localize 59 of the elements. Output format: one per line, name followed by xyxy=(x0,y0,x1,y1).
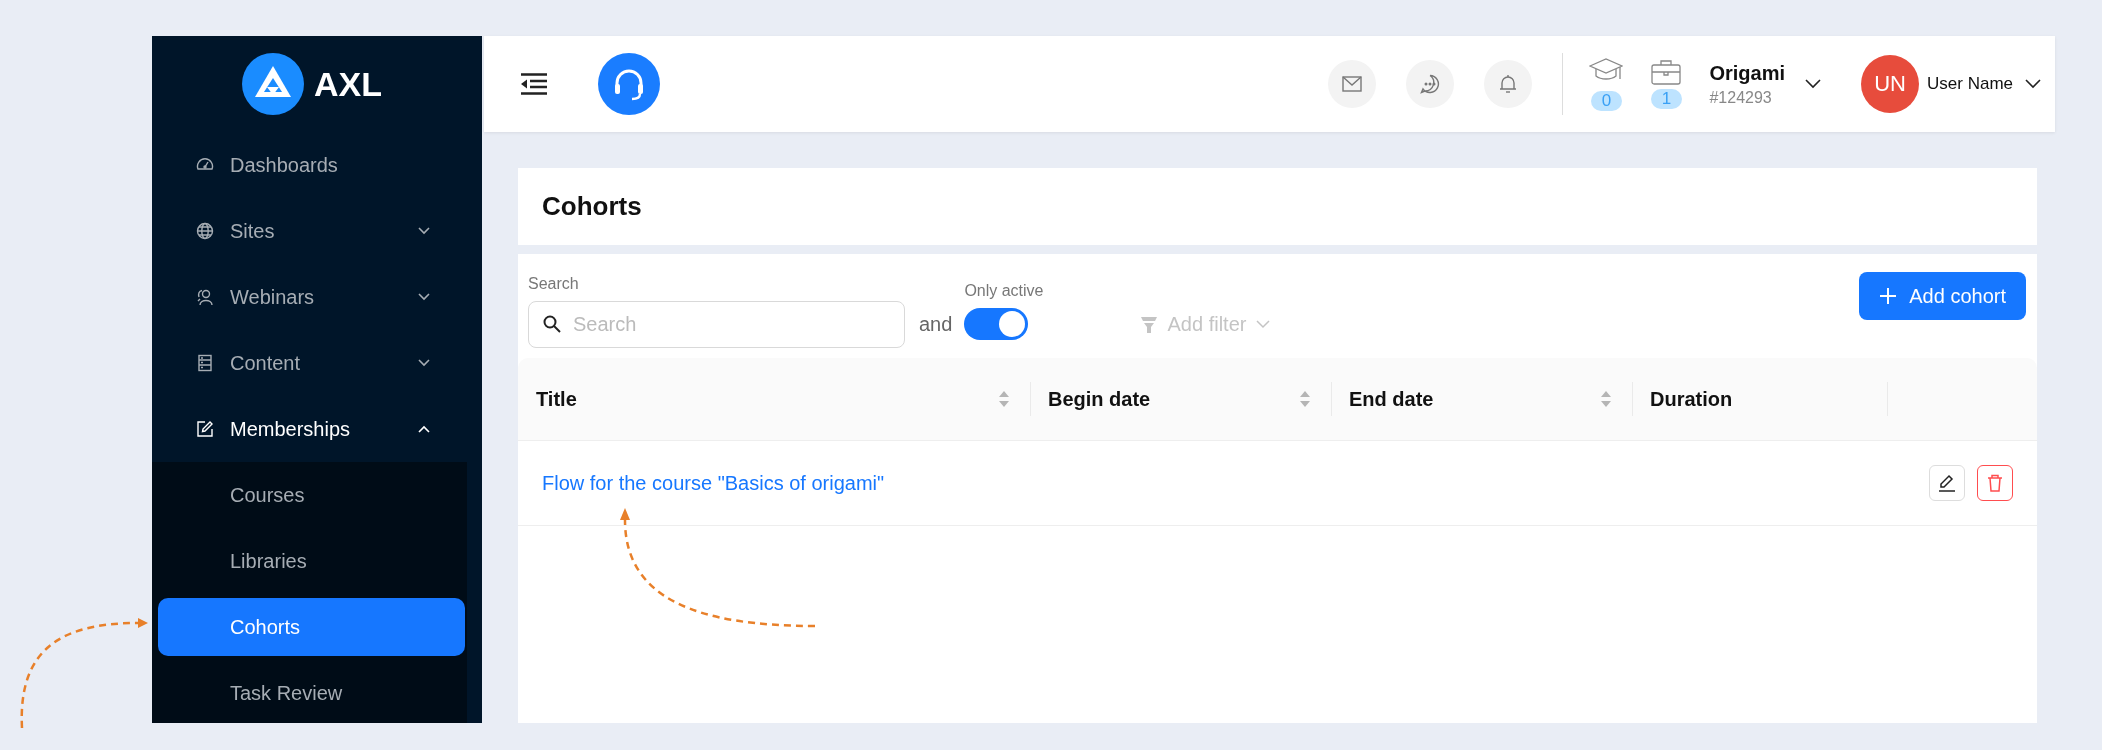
user-menu[interactable]: UN User Name xyxy=(1861,55,2041,113)
funnel-icon xyxy=(1139,315,1158,334)
sort-icon xyxy=(1600,390,1612,408)
logo-icon xyxy=(242,53,304,115)
count-badge: 0 xyxy=(1590,91,1623,111)
search-icon xyxy=(543,315,561,333)
search-label: Search xyxy=(528,275,580,293)
submenu-item[interactable]: Courses xyxy=(158,466,465,524)
submenu-item[interactable]: Cohorts xyxy=(158,598,465,656)
joiner-text: and xyxy=(919,313,953,336)
pencil-icon xyxy=(1938,474,1956,492)
menu-icon xyxy=(196,420,214,438)
envelope-icon xyxy=(1342,76,1363,92)
briefcase-icon[interactable] xyxy=(1651,59,1682,85)
cohort-link[interactable]: Flow for the course "Basics of origami" xyxy=(542,471,885,495)
delete-button[interactable] xyxy=(1977,465,2013,501)
sort-icon xyxy=(1299,390,1311,408)
menu-item[interactable]: Content xyxy=(152,330,482,396)
search-field[interactable]: Search xyxy=(528,301,905,348)
menu-item[interactable]: Webinars xyxy=(152,264,482,330)
account-switcher[interactable]: Origami #124293 xyxy=(1709,61,1822,107)
user-name: User Name xyxy=(1927,74,2013,94)
edit-button[interactable] xyxy=(1929,465,1965,501)
add-cohort-button[interactable]: Add cohort xyxy=(1859,272,2026,320)
mail-button[interactable] xyxy=(1328,60,1377,108)
chevron-down-icon xyxy=(1256,320,1271,329)
menu-item[interactable]: Dashboards xyxy=(152,132,482,198)
logo-text: AXL xyxy=(314,64,382,104)
chevron-icon xyxy=(418,425,430,433)
page-title: Cohorts xyxy=(542,191,642,222)
bell-icon xyxy=(1499,74,1518,94)
menu-icon xyxy=(196,354,214,372)
avatar: UN xyxy=(1861,55,1920,113)
column-header[interactable]: Duration xyxy=(1632,358,1887,440)
column-header[interactable]: Begin date xyxy=(1030,358,1331,440)
chevron-down-icon xyxy=(1805,79,1822,89)
menu-icon xyxy=(196,288,214,306)
trash-icon xyxy=(1987,474,2003,492)
headset-icon[interactable] xyxy=(598,53,660,115)
menu-collapse-icon[interactable] xyxy=(520,73,548,95)
sort-icon xyxy=(998,390,1010,408)
account-id: #124293 xyxy=(1709,88,1773,107)
toggle-switch[interactable] xyxy=(964,308,1029,340)
chevron-icon xyxy=(418,227,430,235)
chevron-icon xyxy=(418,293,430,301)
notifications-button[interactable] xyxy=(1484,60,1533,108)
plus-icon xyxy=(1879,287,1898,305)
submenu-item[interactable]: Task Review xyxy=(158,664,465,722)
column-header[interactable]: End date xyxy=(1331,358,1632,440)
submenu-item[interactable]: Libraries xyxy=(158,532,465,590)
chevron-icon xyxy=(418,359,430,367)
menu-icon xyxy=(196,222,214,240)
menu-item[interactable]: Sites xyxy=(152,198,482,264)
menu-item[interactable]: Memberships xyxy=(152,396,482,462)
toggle-label: Only active xyxy=(964,282,1044,300)
count-badge: 1 xyxy=(1650,89,1683,109)
chevron-down-icon xyxy=(2025,79,2041,89)
column-header[interactable]: Title xyxy=(518,358,1030,440)
account-name: Origami xyxy=(1709,61,1786,85)
